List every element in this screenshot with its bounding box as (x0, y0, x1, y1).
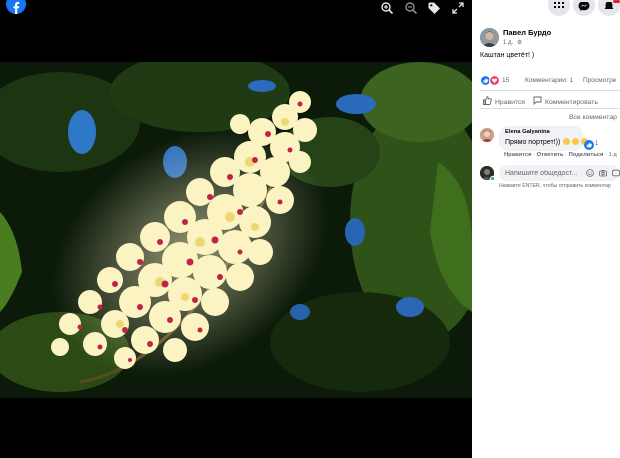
messenger-icon (578, 2, 590, 11)
emoji-icon (572, 138, 580, 145)
comment-like-button[interactable]: Нравится (504, 152, 531, 158)
menu-grid-button[interactable] (548, 0, 570, 16)
like-button[interactable]: Нравится (483, 96, 525, 106)
top-bar (472, 0, 620, 18)
author-avatar[interactable] (480, 28, 499, 47)
comment-like-reaction-icon[interactable] (584, 140, 594, 150)
tag-icon[interactable] (427, 1, 441, 15)
commenter-photo (480, 128, 494, 142)
notification-badge (613, 0, 620, 3)
comment-share-button[interactable]: Поделиться (569, 152, 604, 158)
comment-actions: Нравится · Ответить · Поделиться · 1 д (504, 152, 617, 158)
commenter-avatar[interactable] (480, 128, 494, 142)
comment-text: Прямо портрет!)) (505, 138, 589, 146)
love-reaction-icon (489, 75, 500, 86)
post-time[interactable]: 1 д. (503, 40, 513, 46)
chestnut-blossom-photo (0, 62, 472, 398)
comment-label: Комментировать (545, 99, 598, 106)
emoji-picker-icon[interactable] (586, 169, 594, 177)
notifications-bell-icon (604, 2, 614, 9)
photo-viewer-page: Павел Бурдо 1 д. ⚙ Каштан цветёт! ) 15 К… (0, 0, 620, 458)
photo-viewer (0, 0, 472, 458)
composer-hint: Нажмите ENTER, чтобы отправить комментар (499, 183, 611, 189)
views-count: Просмотре (583, 77, 617, 84)
comment-text-content: Прямо портрет!)) (505, 139, 561, 146)
comment-reply-button[interactable]: Ответить (537, 152, 564, 158)
comment-author[interactable]: Elena Galyanina (505, 129, 550, 135)
emoji-icon (563, 138, 571, 145)
post-text: Каштан цветёт! ) (480, 52, 535, 59)
post-meta: 1 д. ⚙ (503, 39, 522, 46)
author-photo (480, 28, 499, 47)
like-label: Нравится (495, 99, 525, 106)
divider (480, 108, 620, 109)
gif-icon[interactable] (612, 169, 620, 177)
zoom-in-icon[interactable] (380, 1, 394, 15)
comment-icon (533, 96, 542, 105)
camera-icon[interactable] (599, 169, 607, 177)
menu-grid-icon (554, 2, 564, 8)
comment-time[interactable]: 1 д (609, 152, 617, 158)
fullscreen-icon[interactable] (451, 1, 465, 15)
author-name[interactable]: Павел Бурдо (503, 28, 551, 37)
comment-bubble: Elena Galyanina Прямо портрет!)) (499, 126, 589, 151)
audience-icon: ⚙ (516, 40, 523, 46)
comments-count[interactable]: Комментарии: 1 (525, 77, 573, 84)
like-icon (483, 96, 492, 105)
online-status-dot (490, 176, 495, 181)
comment-button[interactable]: Комментировать (533, 96, 598, 106)
comment-reaction-count: 1 (595, 141, 599, 147)
divider (480, 90, 620, 91)
messenger-button[interactable] (573, 0, 595, 16)
facebook-logo-icon[interactable] (6, 0, 26, 14)
post-side-panel: Павел Бурдо 1 д. ⚙ Каштан цветёт! ) 15 К… (472, 0, 620, 458)
zoom-out-icon[interactable] (404, 1, 418, 15)
all-comments-filter[interactable]: Все комментар (569, 114, 617, 121)
reaction-count[interactable]: 15 (502, 77, 509, 84)
